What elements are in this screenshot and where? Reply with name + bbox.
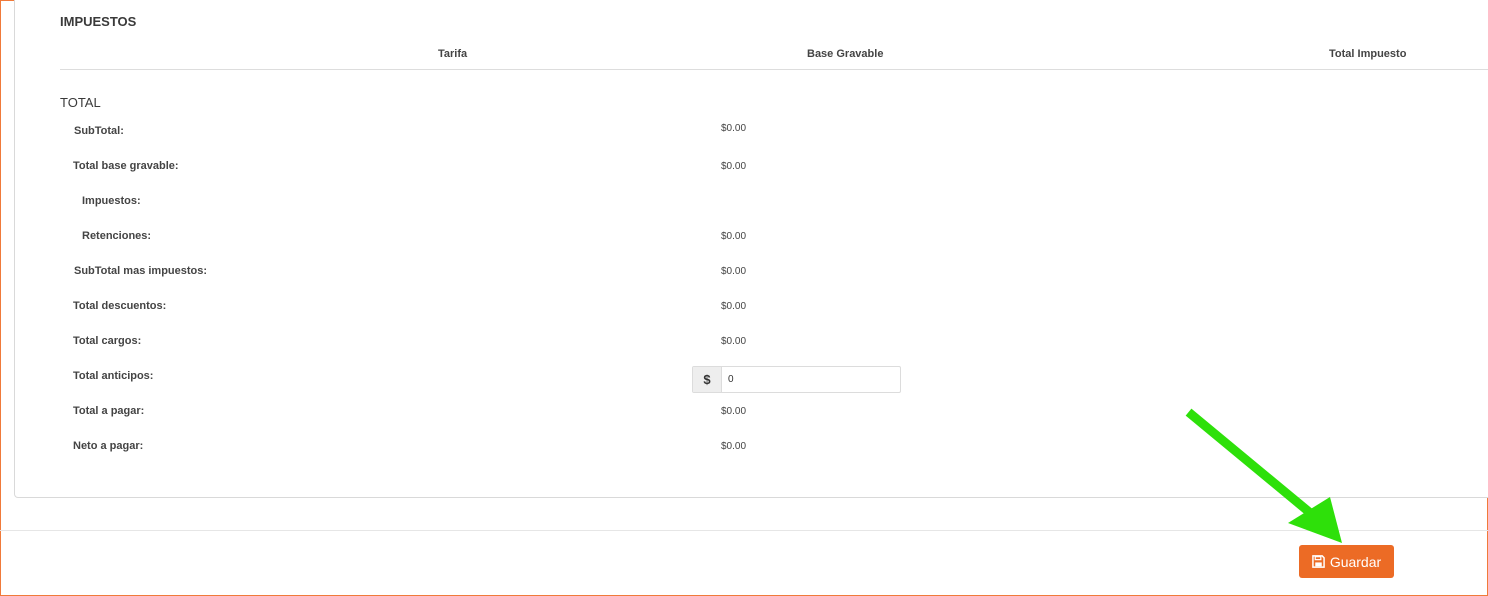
neto-a-pagar-label: Neto a pagar:	[73, 440, 144, 452]
column-header-base-gravable: Base Gravable	[807, 48, 884, 60]
subtotal-value: $0.00	[721, 123, 747, 134]
neto-a-pagar-value: $0.00	[721, 441, 747, 452]
total-anticipos-input[interactable]	[722, 367, 900, 392]
total-a-pagar-value: $0.00	[721, 406, 747, 417]
save-button-label: Guardar	[1329, 553, 1382, 570]
floppy-disk-icon	[1311, 555, 1325, 568]
retenciones-label: Retenciones:	[82, 230, 152, 242]
total-anticipos-label: Total anticipos:	[73, 370, 154, 382]
total-anticipos-input-group: $	[692, 366, 901, 393]
total-cargos-value: $0.00	[721, 336, 747, 347]
retenciones-value: $0.00	[721, 231, 747, 242]
totals-section-title: TOTAL	[60, 95, 101, 110]
column-header-tarifa: Tarifa	[438, 48, 468, 60]
total-descuentos-value: $0.00	[721, 301, 747, 312]
column-header-total-impuesto: Total Impuesto	[1329, 48, 1407, 60]
subtotal-label: SubTotal:	[74, 125, 124, 137]
subtotal-mas-impuestos-value: $0.00	[721, 266, 747, 277]
total-descuentos-label: Total descuentos:	[73, 300, 167, 312]
impuestos-label: Impuestos:	[82, 195, 141, 207]
taxes-section-title: IMPUESTOS	[60, 14, 137, 29]
total-base-gravable-value: $0.00	[721, 161, 747, 172]
annotation-arrow-icon	[1185, 408, 1342, 543]
table-header-divider	[60, 69, 1488, 70]
subtotal-mas-impuestos-label: SubTotal mas impuestos:	[74, 265, 208, 277]
currency-addon: $	[693, 367, 722, 392]
total-cargos-label: Total cargos:	[73, 335, 142, 347]
total-a-pagar-label: Total a pagar:	[73, 405, 145, 417]
total-base-gravable-label: Total base gravable:	[73, 160, 179, 172]
